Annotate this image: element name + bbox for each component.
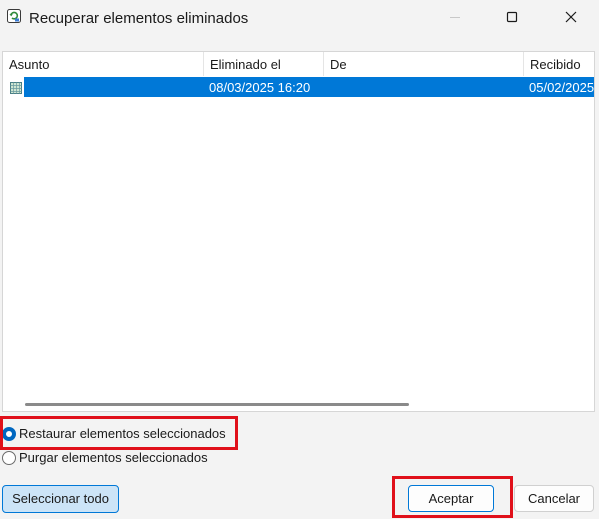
minimize-button[interactable] (432, 0, 478, 34)
title-bar: Recuperar elementos eliminados (0, 0, 599, 38)
close-icon (565, 11, 577, 23)
restore-option[interactable]: Restaurar elementos seleccionados (2, 424, 262, 444)
purge-option[interactable]: Purgar elementos seleccionados (2, 448, 262, 468)
restore-label[interactable]: Restaurar elementos seleccionados (19, 426, 226, 441)
table-row[interactable]: 08/03/2025 16:20 05/02/2025 (3, 77, 595, 97)
maximize-button[interactable] (489, 0, 535, 34)
maximize-icon (506, 11, 518, 23)
deleted-items-list[interactable]: Asunto Eliminado el De Recibido 08/03/20… (2, 51, 595, 412)
column-header-recibido[interactable]: Recibido (524, 52, 594, 76)
minimize-icon (450, 17, 460, 18)
window-title: Recuperar elementos eliminados (29, 10, 249, 27)
accept-button[interactable]: Aceptar (408, 485, 494, 512)
recover-items-icon (6, 8, 22, 24)
list-header: Asunto Eliminado el De Recibido (3, 52, 594, 76)
radio-purge[interactable] (2, 451, 16, 465)
close-button[interactable] (548, 0, 594, 34)
cell-eliminado-el: 08/03/2025 16:20 (209, 80, 311, 95)
message-item-icon (10, 81, 22, 94)
column-header-eliminado-el[interactable]: Eliminado el (204, 52, 324, 76)
column-header-de[interactable]: De (324, 52, 524, 76)
horizontal-scrollbar[interactable] (25, 403, 409, 406)
cancel-button[interactable]: Cancelar (514, 485, 594, 512)
select-all-button[interactable]: Seleccionar todo (2, 485, 119, 513)
purge-label[interactable]: Purgar elementos seleccionados (19, 450, 208, 465)
cell-recibido: 05/02/2025 (529, 80, 595, 95)
column-header-asunto[interactable]: Asunto (3, 52, 204, 76)
radio-restore[interactable] (2, 427, 16, 441)
action-radio-group: Restaurar elementos seleccionados Purgar… (0, 420, 300, 470)
